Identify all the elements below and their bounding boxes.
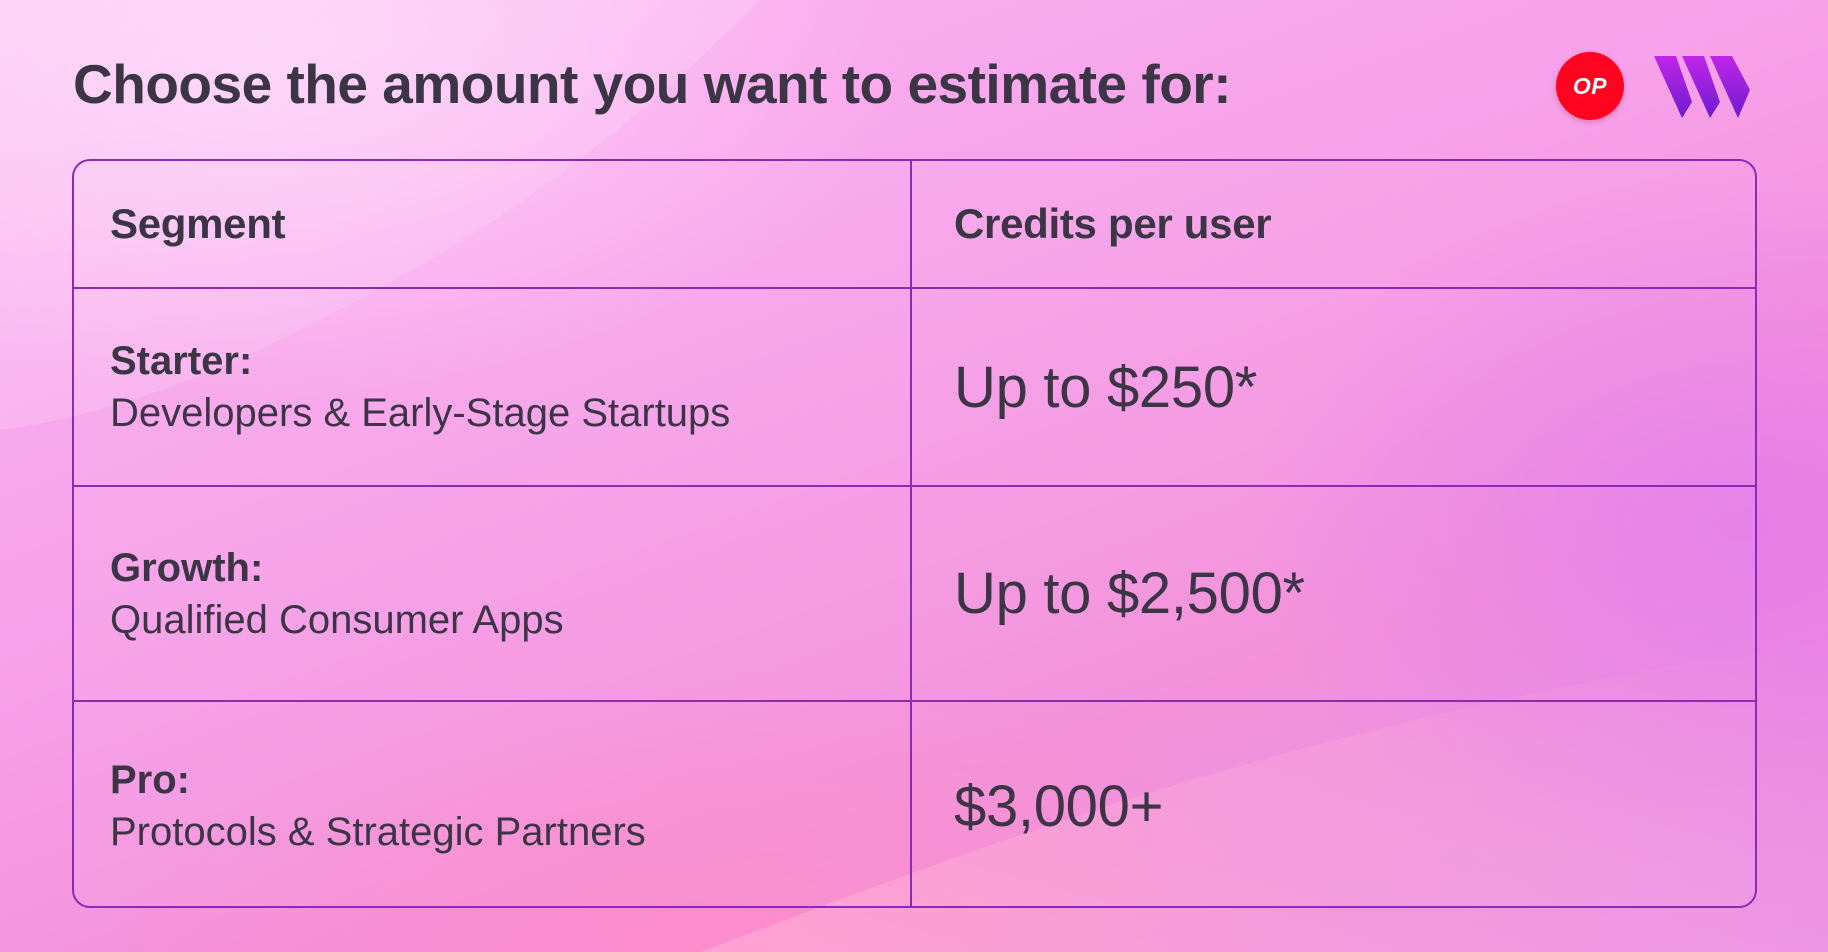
op-logo-text: OP (1572, 73, 1608, 99)
credits-table: Segment Credits per user Starter: Develo… (72, 159, 1757, 908)
segment-name: Growth: (110, 545, 264, 590)
credits-value: $3,000+ (954, 773, 1164, 839)
page-title: Choose the amount you want to estimate f… (73, 53, 1232, 115)
w-logo-icon (1654, 56, 1750, 118)
table-header-row: Segment Credits per user (74, 161, 1755, 289)
table-row: Growth: Qualified Consumer Apps Up to $2… (74, 487, 1755, 702)
credits-cell: Up to $250* (954, 289, 1714, 485)
credits-value: Up to $250* (954, 354, 1258, 420)
segment-description: Developers & Early-Stage Startups (110, 391, 731, 435)
segment-cell: Pro: Protocols & Strategic Partners (110, 702, 890, 906)
header-credits-label: Credits per user (954, 200, 1272, 247)
segment-cell: Growth: Qualified Consumer Apps (110, 487, 890, 700)
segment-cell: Starter: Developers & Early-Stage Startu… (110, 289, 890, 485)
header-cell-credits: Credits per user (954, 161, 1714, 287)
credits-value: Up to $2,500* (954, 561, 1305, 626)
segment-description: Qualified Consumer Apps (110, 597, 564, 642)
header-cell-segment: Segment (110, 161, 890, 287)
op-logo-icon: OP (1556, 52, 1624, 120)
header-segment-label: Segment (110, 200, 286, 247)
credits-cell: Up to $2,500* (954, 487, 1714, 700)
segment-description: Protocols & Strategic Partners (110, 810, 646, 854)
segment-name: Pro: (110, 758, 190, 802)
credits-cell: $3,000+ (954, 702, 1714, 906)
table-row: Pro: Protocols & Strategic Partners $3,0… (74, 702, 1755, 906)
table-row: Starter: Developers & Early-Stage Startu… (74, 289, 1755, 487)
segment-name: Starter: (110, 339, 253, 383)
